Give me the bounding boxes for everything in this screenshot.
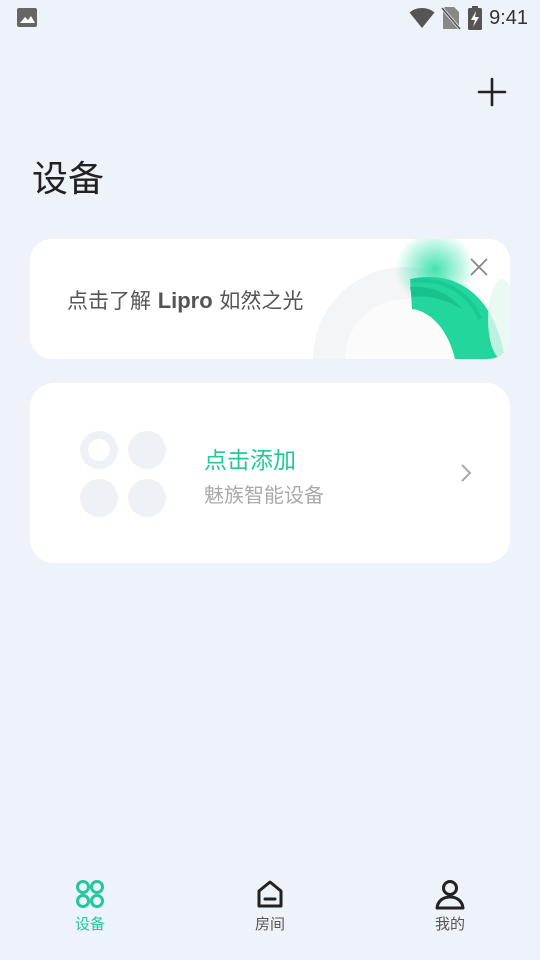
promo-text-prefix: 点击了解 — [67, 289, 158, 313]
home-icon — [257, 880, 283, 908]
chevron-right-icon — [461, 464, 472, 482]
wifi-icon — [409, 8, 435, 28]
tab-label: 设备 — [74, 915, 105, 933]
add-icon[interactable] — [474, 74, 510, 110]
promo-text: 点击了解 Lipro 如然之光 — [67, 285, 303, 315]
image-notification-icon — [17, 8, 37, 27]
battery-charging-icon — [468, 6, 483, 30]
tab-devices[interactable]: 设备 — [40, 878, 140, 934]
tab-me[interactable]: 我的 — [400, 878, 500, 934]
close-icon[interactable] — [468, 256, 490, 278]
add-device-card[interactable]: 点击添加 魅族智能设备 — [30, 383, 510, 563]
page-title: 设备 — [32, 159, 105, 200]
device-placeholder-icon — [80, 431, 166, 517]
no-sim-icon — [441, 7, 462, 30]
devices-grid-icon — [76, 880, 104, 908]
promo-brand: Lipro — [157, 288, 213, 313]
tab-label: 房间 — [254, 915, 285, 933]
tab-label: 我的 — [434, 915, 465, 933]
add-device-title: 点击添加 — [204, 448, 296, 474]
user-icon — [435, 880, 465, 910]
tab-rooms[interactable]: 房间 — [220, 878, 320, 934]
bottom-tab-bar: 设备 房间 我的 — [0, 870, 540, 960]
promo-banner[interactable]: 点击了解 Lipro 如然之光 — [30, 239, 510, 359]
add-device-subtitle: 魅族智能设备 — [204, 483, 324, 507]
status-time: 9:41 — [489, 6, 528, 29]
status-bar: 9:41 — [0, 0, 540, 36]
